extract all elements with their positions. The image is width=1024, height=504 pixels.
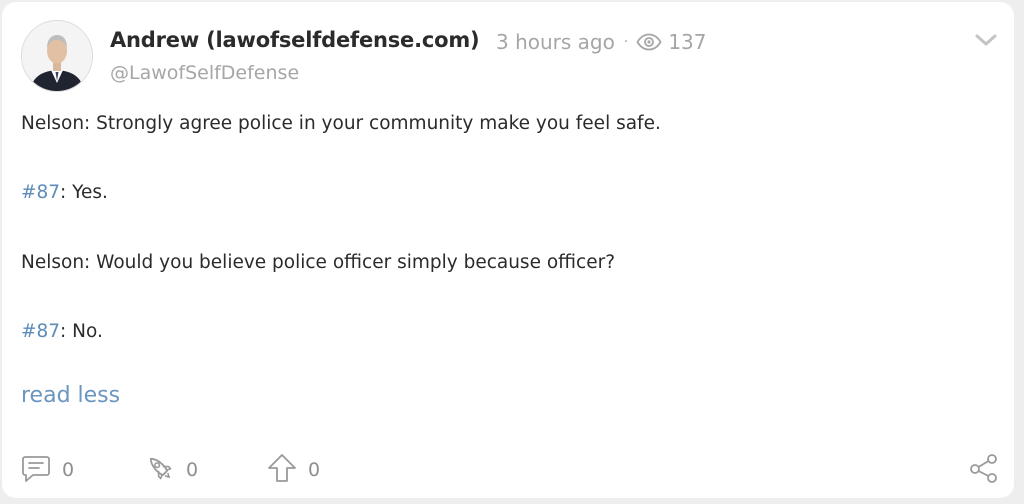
speaker-name: Nelson (21, 113, 85, 134)
post-meta: 3 hours ago · 137 (496, 30, 707, 54)
comment-icon (20, 452, 52, 488)
chevron-down-icon[interactable] (974, 30, 998, 50)
line-text: : No. (60, 321, 103, 342)
view-count: 137 (668, 30, 707, 54)
share-icon[interactable] (968, 452, 1000, 484)
hashtag-link[interactable]: #87 (21, 182, 60, 203)
post-time: 3 hours ago (496, 30, 615, 54)
like-count: 0 (186, 459, 199, 481)
upvote-count: 0 (308, 459, 321, 481)
line-text: : Would you believe police officer simpl… (84, 252, 616, 273)
post-line: Nelson: Strongly agree police in your co… (21, 113, 661, 134)
avatar[interactable] (21, 20, 93, 92)
line-text: : Yes. (60, 182, 108, 203)
author-name[interactable]: Andrew (lawofselfdefense.com) (110, 28, 480, 52)
post-card: Andrew (lawofselfdefense.com) 3 hours ag… (2, 2, 1014, 498)
comment-count: 0 (62, 459, 75, 481)
arrow-up-icon (266, 452, 298, 488)
read-less-link[interactable]: read less (21, 383, 120, 408)
hashtag-link[interactable]: #87 (21, 321, 60, 342)
post-line: Nelson: Would you believe police officer… (21, 252, 615, 273)
post-line: #87: Yes. (21, 182, 108, 203)
rocket-icon (144, 452, 176, 488)
meta-separator: · (623, 34, 629, 50)
eye-icon (636, 33, 662, 51)
speaker-name: Nelson (21, 252, 85, 273)
line-text: : Strongly agree police in your communit… (84, 113, 661, 134)
author-handle[interactable]: @LawofSelfDefense (110, 62, 299, 84)
post-line: #87: No. (21, 321, 103, 342)
like-button[interactable]: 0 (144, 452, 198, 488)
comment-button[interactable]: 0 (20, 452, 74, 488)
upvote-button[interactable]: 0 (266, 452, 320, 488)
